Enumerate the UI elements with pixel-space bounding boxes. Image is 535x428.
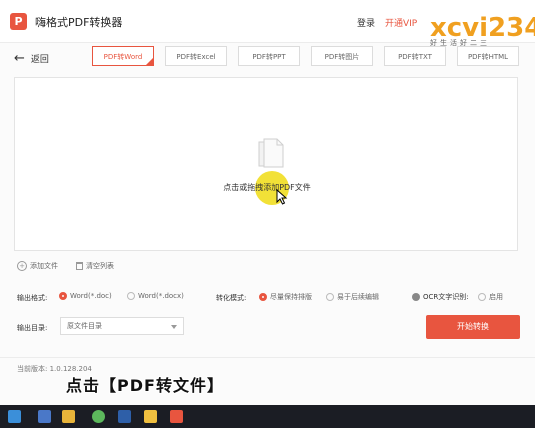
format-docx-radio[interactable]: Word(*.docx) bbox=[127, 292, 184, 300]
mode-keep-layout-radio[interactable]: 尽量保持排版 bbox=[259, 292, 312, 302]
document-icon bbox=[258, 138, 284, 168]
browser-icon[interactable] bbox=[92, 410, 105, 423]
app-title: 嗨格式PDF转换器 bbox=[35, 16, 123, 29]
tab-pdf-to-txt[interactable]: PDF转TXT bbox=[384, 46, 446, 66]
back-arrow-icon: ← bbox=[14, 50, 25, 66]
add-file-button[interactable]: + 添加文件 bbox=[17, 261, 58, 271]
options-row: 输出格式: Word(*.doc) Word(*.docx) 转化模式: 尽量保… bbox=[17, 292, 522, 306]
tab-pdf-to-ppt[interactable]: PDF转PPT bbox=[238, 46, 300, 66]
mode-label: 转化模式: bbox=[216, 294, 247, 302]
clear-list-button[interactable]: 清空列表 bbox=[76, 261, 114, 271]
video-caption: 点击【PDF转文件】 bbox=[66, 376, 224, 395]
drop-zone-text: 点击或拖拽添加PDF文件 bbox=[223, 183, 311, 192]
radio-icon bbox=[478, 293, 486, 301]
mouse-pointer-icon bbox=[276, 189, 288, 205]
radio-icon bbox=[326, 293, 334, 301]
format-doc-radio[interactable]: Word(*.doc) bbox=[59, 292, 112, 300]
selected-corner-icon bbox=[145, 57, 154, 66]
ocr-enable-label: 启用 bbox=[489, 293, 503, 301]
taskbar bbox=[0, 405, 535, 428]
start-windows-icon[interactable] bbox=[8, 410, 21, 423]
clear-list-label: 清空列表 bbox=[86, 262, 114, 270]
back-button[interactable]: ← 返回 bbox=[14, 50, 49, 66]
tab-label: PDF转PPT bbox=[252, 53, 286, 61]
tab-label: PDF转Word bbox=[103, 53, 143, 61]
login-link[interactable]: 登录 bbox=[357, 16, 375, 29]
output-dir-select[interactable]: 原文件目录 bbox=[60, 317, 184, 335]
mode-keep-layout-label: 尽量保持排版 bbox=[270, 293, 312, 301]
settings-icon[interactable] bbox=[118, 410, 131, 423]
app-window: P 嗨格式PDF转换器 登录 开通VIP xcvi234 好生活好二三 ← 返回… bbox=[0, 0, 535, 405]
output-dir-value: 原文件目录 bbox=[67, 322, 102, 330]
store-icon[interactable] bbox=[144, 410, 157, 423]
output-dir-label: 输出目录: bbox=[17, 324, 48, 332]
file-explorer-icon[interactable] bbox=[62, 410, 75, 423]
tab-pdf-to-html[interactable]: PDF转HTML bbox=[457, 46, 519, 66]
tab-label: PDF转Excel bbox=[176, 53, 216, 61]
tab-label: PDF转HTML bbox=[467, 53, 509, 61]
ocr-label-text: OCR文字识别: bbox=[423, 293, 469, 301]
title-bar: P 嗨格式PDF转换器 登录 开通VIP xcvi234 好生活好二三 bbox=[0, 0, 535, 47]
app-logo-icon: P bbox=[10, 13, 27, 30]
file-actions: + 添加文件 清空列表 bbox=[17, 261, 114, 271]
tab-pdf-to-image[interactable]: PDF转图片 bbox=[311, 46, 373, 66]
add-icon: + bbox=[17, 261, 27, 271]
ocr-enable-radio[interactable]: 启用 bbox=[478, 292, 503, 302]
ocr-toggle-icon bbox=[412, 293, 420, 301]
ocr-label: OCR文字识别: bbox=[412, 292, 469, 302]
back-label: 返回 bbox=[30, 55, 49, 65]
start-convert-button[interactable]: 开始转换 bbox=[426, 315, 520, 339]
format-label: 输出格式: bbox=[17, 294, 48, 302]
vip-link[interactable]: 开通VIP bbox=[385, 16, 417, 29]
mode-easy-edit-label: 易于后续编辑 bbox=[337, 293, 379, 301]
tab-label: PDF转图片 bbox=[324, 53, 360, 61]
format-doc-label: Word(*.doc) bbox=[70, 292, 112, 300]
tab-label: PDF转TXT bbox=[398, 53, 432, 61]
tab-pdf-to-excel[interactable]: PDF转Excel bbox=[165, 46, 227, 66]
add-file-label: 添加文件 bbox=[30, 262, 58, 270]
task-view-icon[interactable] bbox=[38, 410, 51, 423]
mode-easy-edit-radio[interactable]: 易于后续编辑 bbox=[326, 292, 379, 302]
divider bbox=[0, 357, 535, 358]
file-drop-zone[interactable]: 点击或拖拽添加PDF文件 bbox=[14, 77, 518, 251]
pdf-converter-taskbar-icon[interactable] bbox=[170, 410, 183, 423]
trash-icon bbox=[76, 262, 83, 270]
tab-pdf-to-word[interactable]: PDF转Word bbox=[92, 46, 154, 66]
radio-selected-icon bbox=[59, 292, 67, 300]
radio-selected-icon bbox=[259, 293, 267, 301]
format-docx-label: Word(*.docx) bbox=[138, 292, 184, 300]
radio-icon bbox=[127, 292, 135, 300]
chevron-down-icon bbox=[171, 325, 177, 329]
